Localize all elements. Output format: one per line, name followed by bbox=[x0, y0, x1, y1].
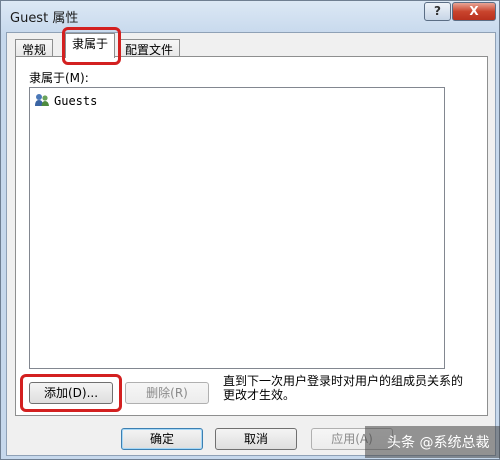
change-note: 直到下一次用户登录时对用户的组成员关系的更改才生效。 bbox=[223, 374, 464, 402]
cancel-button[interactable]: 取消 bbox=[215, 428, 297, 450]
group-icon bbox=[34, 92, 50, 111]
member-of-label: 隶属于(M): bbox=[29, 71, 89, 85]
window-title: Guest 属性 bbox=[10, 11, 79, 26]
add-button-highlight-box bbox=[20, 374, 122, 412]
group-name: Guests bbox=[54, 94, 98, 108]
ok-button[interactable]: 确定 bbox=[121, 428, 203, 450]
list-item[interactable]: Guests bbox=[34, 92, 97, 110]
close-button[interactable]: X bbox=[452, 2, 496, 21]
tab-highlight-box bbox=[62, 27, 121, 65]
remove-button[interactable]: 删除(R) bbox=[125, 382, 209, 404]
watermark: 头条 @系统总裁 bbox=[365, 426, 500, 458]
member-of-list[interactable]: Guests bbox=[29, 87, 445, 369]
properties-dialog: Guest 属性 ? X 常规 隶属于 配置文件 隶属于(M): Guests … bbox=[0, 0, 500, 460]
help-button[interactable]: ? bbox=[424, 2, 451, 21]
